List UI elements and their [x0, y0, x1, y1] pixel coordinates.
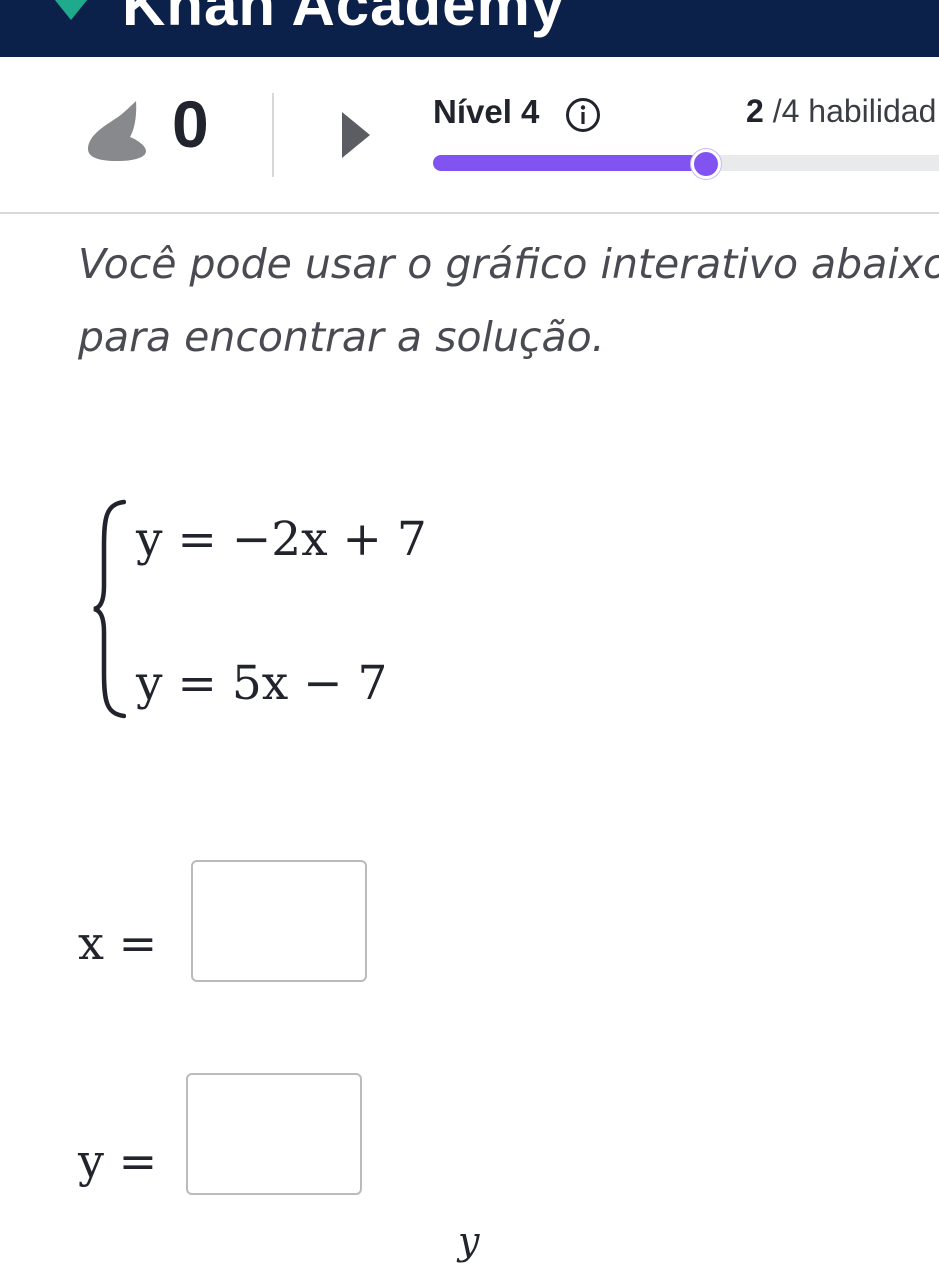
skills-count: 2 /4 habilidad	[746, 93, 936, 130]
equation-2: y = 5x − 7	[136, 656, 388, 711]
prompt-line-1: Você pode usar o gráfico interativo abai…	[78, 240, 939, 288]
graph-axis-label: y	[458, 1219, 480, 1263]
prompt-line-2: para encontrar a solução.	[78, 313, 605, 361]
progress-header: 0 Nível 4 2 /4 habilidad	[0, 57, 939, 214]
x-answer-label: x =	[78, 916, 158, 970]
skills-total: /4 habilidad	[763, 93, 937, 129]
skills-current: 2	[746, 93, 764, 129]
y-answer-label: y =	[78, 1134, 158, 1188]
level-progress-track	[433, 155, 939, 171]
equation-1: y = −2x + 7	[136, 512, 427, 567]
header-divider	[272, 93, 274, 177]
level-progress-knob	[691, 149, 721, 179]
play-icon[interactable]	[342, 112, 370, 158]
streak-flame-icon	[88, 101, 146, 161]
streak-count: 0	[172, 87, 209, 161]
equation-system: y = −2x + 7 y = 5x − 7	[92, 498, 512, 728]
search-icon[interactable]	[810, 0, 860, 16]
left-brace	[93, 499, 126, 719]
info-icon[interactable]	[565, 97, 601, 133]
khan-leaf-icon[interactable]	[36, 0, 106, 22]
level-label: Nível 4	[433, 93, 540, 130]
brand-name[interactable]: Khan Academy	[122, 0, 565, 39]
level-progress-fill	[433, 155, 706, 171]
y-answer-input[interactable]	[186, 1073, 362, 1195]
question-prompt: Você pode usar o gráfico interativo abai…	[78, 228, 939, 374]
top-nav-bar: Khan Academy	[0, 0, 939, 57]
x-answer-input[interactable]	[191, 860, 367, 982]
